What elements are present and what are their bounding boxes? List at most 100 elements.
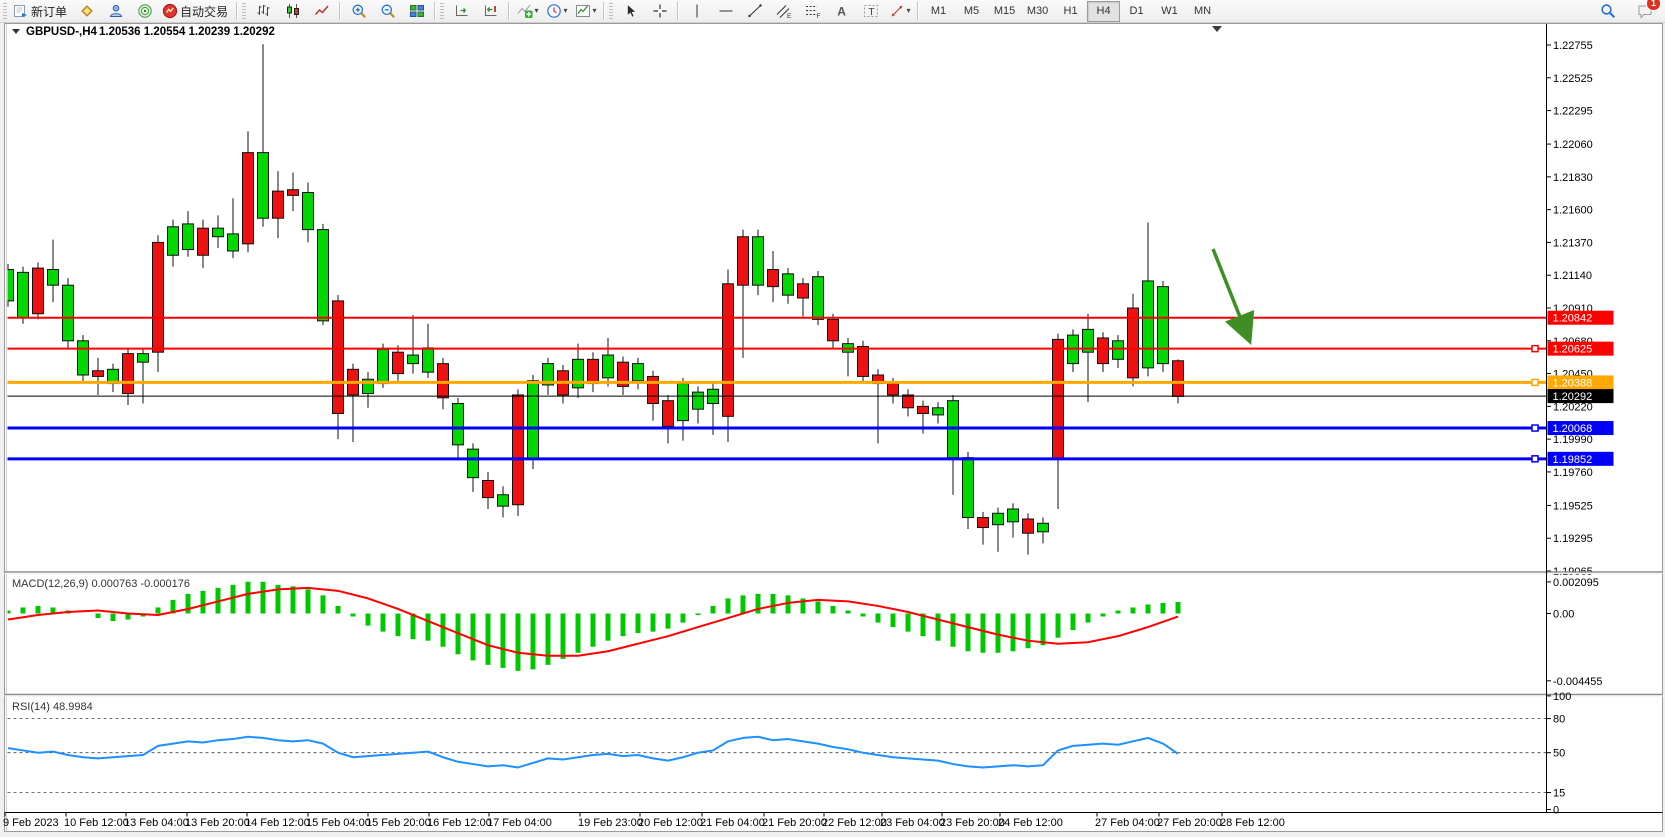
- toolbar-grip[interactable]: [242, 3, 246, 20]
- data-window-button[interactable]: [101, 0, 130, 23]
- strategy-tester-button[interactable]: [130, 0, 159, 23]
- mt4-window: 新订单 自动交易 ▾ ▾ ▾ E F AT ▾ M1M5M15M30H1H4D1W1MN 1 1.2…: [0, 0, 1665, 837]
- time-label: 21 Feb 04:00: [700, 817, 765, 829]
- chevron-down-icon[interactable]: ▾: [907, 7, 911, 15]
- market-watch-button[interactable]: [72, 0, 101, 23]
- timeframe-mn-button[interactable]: MN: [1186, 1, 1219, 22]
- crosshair-button[interactable]: [645, 0, 674, 23]
- timeframe-m1-button[interactable]: M1: [922, 1, 955, 22]
- time-label: 28 Feb 12:00: [1220, 817, 1285, 829]
- autotrading-button[interactable]: 自动交易: [159, 0, 233, 23]
- candle: [18, 267, 29, 324]
- periods-button[interactable]: ▾: [542, 0, 571, 23]
- bars-icon: [256, 3, 272, 19]
- time-label: 13 Feb 04:00: [124, 817, 189, 829]
- time-label: 13 Feb 20:00: [185, 817, 250, 829]
- rsi-indicator-label: RSI(14) 48.9984: [12, 701, 93, 713]
- chart-shift-button[interactable]: [476, 0, 505, 23]
- time-label: 14 Feb 12:00: [245, 817, 310, 829]
- horizontal-line-button[interactable]: [711, 0, 740, 23]
- autotrade-icon: [162, 3, 178, 19]
- new-order-button[interactable]: 新订单: [10, 0, 72, 23]
- time-label: 21 Feb 20:00: [762, 817, 827, 829]
- chevron-down-icon[interactable]: ▾: [593, 7, 597, 15]
- price-tick-label: 1.19295: [1553, 533, 1593, 545]
- channel-icon: E: [776, 3, 792, 19]
- timeframe-h1-button[interactable]: H1: [1054, 1, 1087, 22]
- autotrading-button-label: 自动交易: [180, 3, 230, 20]
- rsi-axis-label: 50: [1553, 748, 1565, 760]
- candle: [963, 452, 974, 529]
- toolbar-grip[interactable]: [440, 3, 444, 20]
- rsi-axis-label: 100: [1553, 691, 1571, 703]
- time-label: 22 Feb 12:00: [822, 817, 887, 829]
- time-label: 9 Feb 2023: [3, 817, 59, 829]
- channel-button[interactable]: E: [769, 0, 798, 23]
- price-badge-label: 1.19852: [1553, 454, 1593, 466]
- trendline-button[interactable]: [740, 0, 769, 23]
- line-handle[interactable]: [1532, 379, 1538, 385]
- line-handle[interactable]: [1532, 456, 1538, 462]
- textA-icon: A: [834, 3, 850, 19]
- timeframe-w1-button[interactable]: W1: [1153, 1, 1186, 22]
- zoomout-icon: [380, 3, 396, 19]
- price-tick-label: 1.19760: [1553, 467, 1593, 479]
- price-tick-label: 1.21600: [1553, 205, 1593, 217]
- bar-chart-button[interactable]: [249, 0, 278, 23]
- line-chart-button[interactable]: [307, 0, 336, 23]
- timeframe-m30-button[interactable]: M30: [1021, 1, 1054, 22]
- text-label-button[interactable]: T: [856, 0, 885, 23]
- toolbar-grip[interactable]: [609, 3, 613, 20]
- text-button[interactable]: A: [827, 0, 856, 23]
- tline-icon: [747, 3, 763, 19]
- gold-icon: [79, 3, 95, 19]
- toolbar-grip[interactable]: [3, 3, 7, 20]
- zoom-in-button[interactable]: [344, 0, 373, 23]
- chevron-down-icon[interactable]: ▾: [535, 7, 539, 15]
- price-tick-label: 1.22060: [1553, 139, 1593, 151]
- candle: [513, 389, 524, 516]
- timeframe-m15-button[interactable]: M15: [988, 1, 1021, 22]
- macd-axis-label: 0.00: [1553, 609, 1574, 621]
- search-button[interactable]: [1593, 0, 1622, 23]
- indicators-icon: [517, 3, 533, 19]
- labelT-icon: T: [863, 3, 879, 19]
- chevron-down-icon[interactable]: ▾: [564, 7, 568, 15]
- candle: [33, 262, 44, 319]
- indicators-button[interactable]: ▾: [513, 0, 542, 23]
- timeframe-m5-button[interactable]: M5: [955, 1, 988, 22]
- candle: [528, 375, 539, 469]
- cursor-button[interactable]: [616, 0, 645, 23]
- line-handle[interactable]: [1532, 425, 1538, 431]
- tile-windows-button[interactable]: [402, 0, 431, 23]
- macd-indicator-label: MACD(12,26,9) 0.000763 -0.000176: [12, 578, 190, 590]
- clock-icon: [546, 3, 562, 19]
- time-label: 15 Feb 04:00: [306, 817, 371, 829]
- svg-text:F: F: [816, 13, 820, 19]
- rsi-axis-label: 80: [1553, 714, 1565, 726]
- toolbar-right: 1: [1593, 0, 1665, 23]
- price-tick-label: 1.21140: [1553, 270, 1592, 282]
- chart-ohlc-values: 1.20536 1.20554 1.20239 1.20292: [99, 26, 275, 38]
- fibonacci-button[interactable]: F: [798, 0, 827, 23]
- price-badge-label: 1.20068: [1553, 423, 1593, 435]
- candle: [753, 230, 764, 296]
- line-handle[interactable]: [1532, 346, 1538, 352]
- form-icon: [13, 3, 29, 19]
- candle: [318, 224, 329, 325]
- zoom-out-button[interactable]: [373, 0, 402, 23]
- templates-button[interactable]: ▾: [571, 0, 600, 23]
- vertical-line-button[interactable]: [682, 0, 711, 23]
- price-tick-label: 1.22755: [1553, 40, 1593, 52]
- candle: [1128, 294, 1139, 387]
- toolbar-separator: [508, 2, 510, 20]
- cursor-icon: [623, 3, 639, 19]
- notification-badge[interactable]: 1: [1646, 0, 1661, 11]
- timeframe-h4-button[interactable]: H4: [1087, 1, 1120, 22]
- linechart-icon: [314, 3, 330, 19]
- auto-scroll-button[interactable]: [447, 0, 476, 23]
- template-icon: [575, 3, 591, 19]
- timeframe-d1-button[interactable]: D1: [1120, 1, 1153, 22]
- candlestick-button[interactable]: [278, 0, 307, 23]
- arrows-button[interactable]: ▾: [885, 0, 914, 23]
